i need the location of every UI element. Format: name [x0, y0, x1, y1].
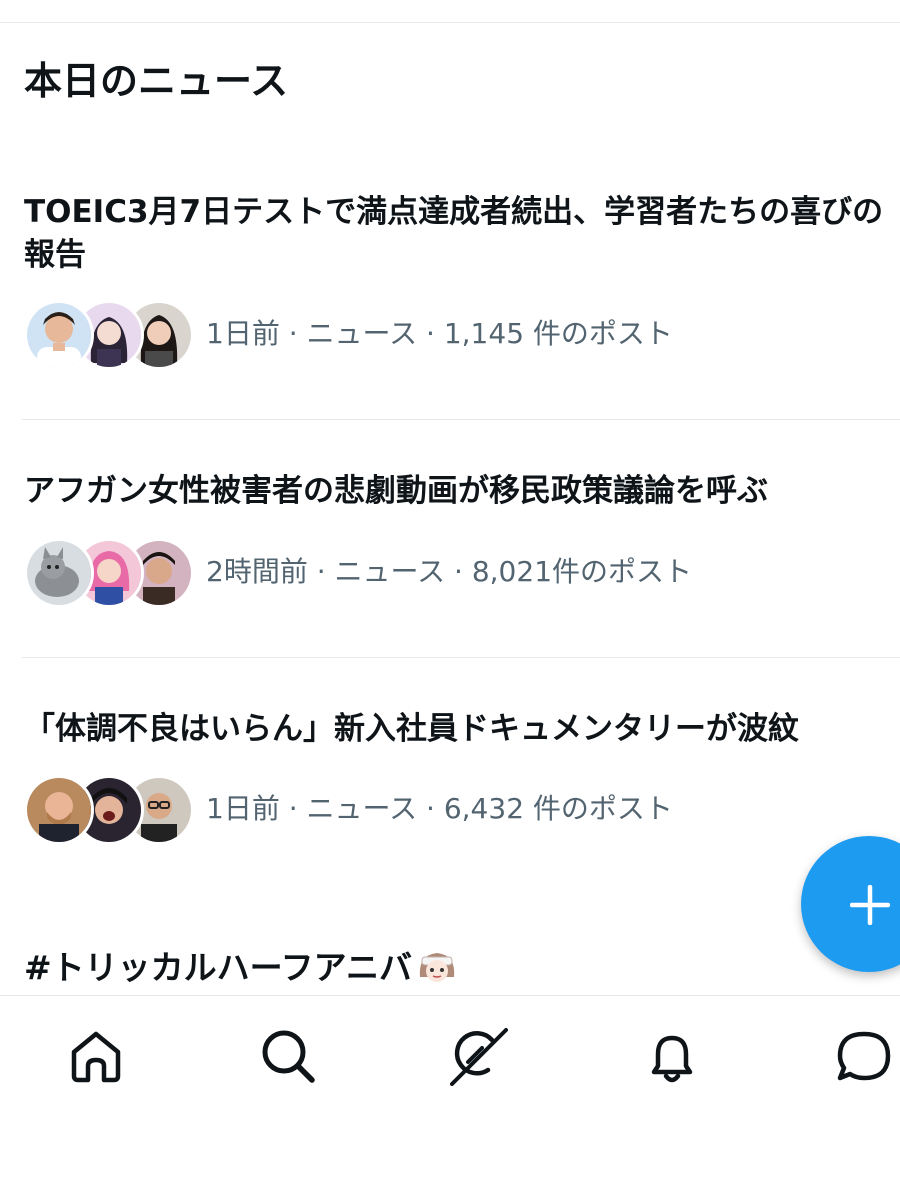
news-time: 1日前 [206, 792, 280, 825]
news-meta-text: 2時間前 · ニュース · 8,021件のポスト [206, 552, 692, 592]
avatar [24, 300, 94, 370]
news-time: 1日前 [206, 317, 280, 350]
grok-icon [450, 1028, 508, 1086]
news-post-count: 8,021件のポスト [471, 555, 693, 588]
nav-grok-button[interactable] [448, 1026, 508, 1086]
news-category: ニュース [306, 792, 418, 825]
item-divider [22, 419, 900, 420]
avatar [24, 775, 94, 845]
news-headline[interactable]: 「体調不良はいらん」新入社員ドキュメンタリーが波紋 [24, 708, 900, 751]
news-headline[interactable]: アフガン女性被害者の悲劇動画が移民政策議論を呼ぶ [24, 470, 900, 513]
trend-item[interactable]: #トリッカルハーフアニバ [24, 945, 458, 997]
nav-messages-button[interactable] [834, 1026, 894, 1086]
news-meta-text: 1日前 · ニュース · 6,432 件のポスト [206, 789, 673, 829]
item-divider [22, 657, 900, 658]
news-time: 2時間前 [206, 555, 308, 588]
separator: · [445, 555, 472, 588]
separator: · [417, 317, 444, 350]
nav-home-button[interactable] [66, 1026, 126, 1086]
news-post-count: 6,432 件のポスト [443, 792, 673, 825]
separator: · [279, 317, 307, 350]
compose-button[interactable] [801, 836, 900, 972]
top-divider [0, 22, 900, 23]
news-meta-text: 1日前 · ニュース · 1,145 件のポスト [206, 314, 673, 354]
chibi-character-emoji [416, 947, 458, 997]
avatar [24, 538, 94, 608]
news-headline[interactable]: TOEIC3月7日テストで満点達成者続出、学習者たちの喜びの報告 [24, 191, 900, 277]
bell-icon [651, 1035, 693, 1083]
chat-bubble-icon [837, 1031, 891, 1081]
separator: · [417, 792, 444, 825]
nav-notifications-button[interactable] [642, 1026, 702, 1086]
news-post-count: 1,145 件のポスト [443, 317, 673, 350]
home-icon [71, 1031, 121, 1083]
news-category: ニュース [306, 317, 418, 350]
separator: · [279, 792, 307, 825]
bottom-nav [0, 995, 900, 1201]
news-category: ニュース [334, 555, 446, 588]
plus-icon [850, 885, 890, 925]
trend-title[interactable]: #トリッカルハーフアニバ [24, 948, 412, 987]
separator: · [307, 555, 335, 588]
search-icon [262, 1030, 315, 1083]
nav-search-button[interactable] [258, 1026, 318, 1086]
section-title: 本日のニュース [24, 59, 289, 103]
